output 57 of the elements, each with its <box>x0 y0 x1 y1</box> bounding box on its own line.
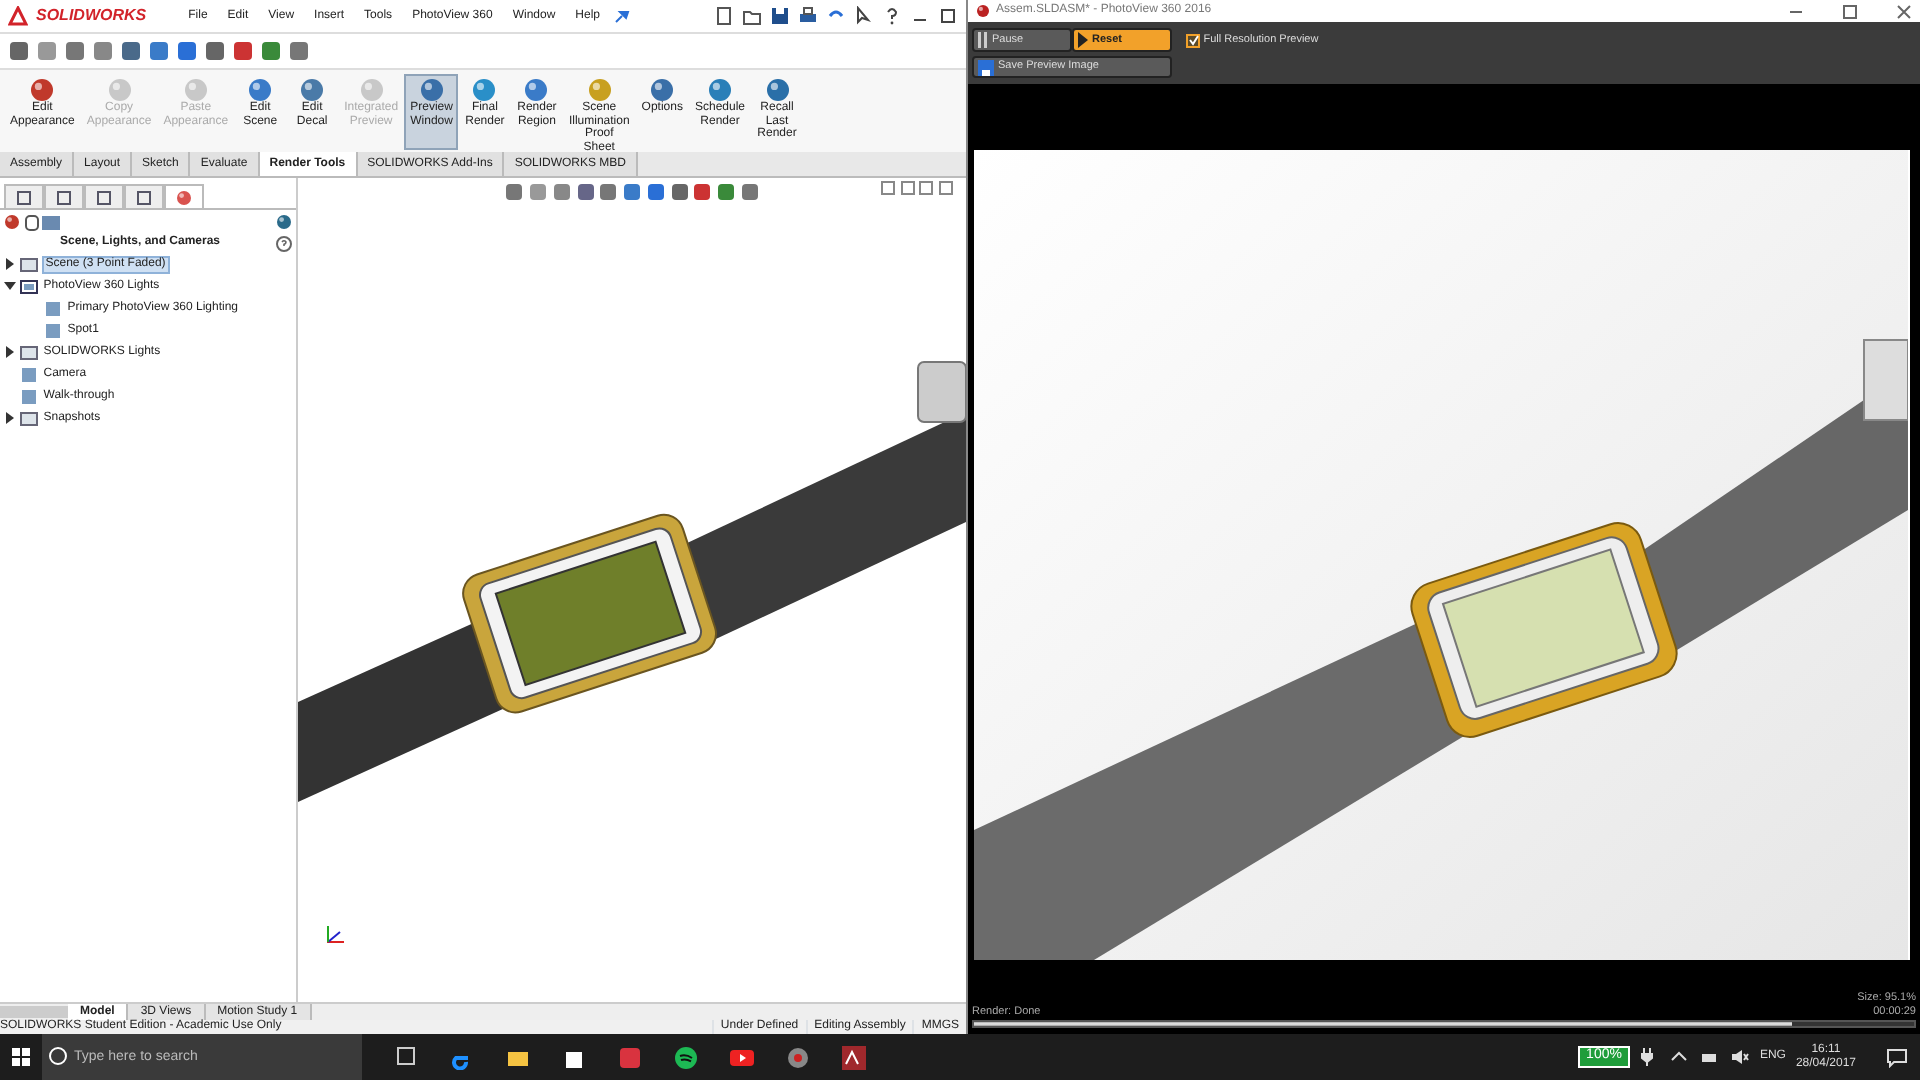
folder-icon <box>19 410 38 429</box>
sphere-icon <box>183 78 208 102</box>
sphere-icon[interactable] <box>3 214 20 231</box>
close-icon[interactable] <box>1896 3 1912 19</box>
sphere-icon <box>650 78 675 102</box>
collapse-arrow-icon[interactable] <box>3 280 16 293</box>
checkmark-icon <box>1187 34 1199 46</box>
pause-icon <box>978 32 988 48</box>
logo-mark-icon <box>8 6 28 26</box>
sphere-icon <box>708 78 732 102</box>
sphere-icon <box>248 78 273 102</box>
panel-tab[interactable] <box>164 184 204 208</box>
new-document-icon[interactable] <box>714 6 734 26</box>
panel-tab[interactable] <box>84 184 124 208</box>
expand-arrow-icon[interactable] <box>3 346 16 359</box>
play-icon <box>1078 32 1088 48</box>
chevron-up-icon[interactable] <box>1669 1048 1690 1066</box>
sphere-icon <box>300 78 325 102</box>
pin-icon[interactable] <box>614 8 631 24</box>
app-tile-icon[interactable] <box>618 1045 642 1069</box>
search-settings-icon[interactable] <box>276 214 293 231</box>
sphere-icon <box>524 78 549 102</box>
search-icon <box>48 1046 68 1066</box>
folder-icon <box>19 344 38 363</box>
print-icon[interactable] <box>798 6 818 26</box>
audio-wave-icon[interactable] <box>674 1045 698 1069</box>
maximize-icon[interactable] <box>938 6 958 26</box>
play-button-icon[interactable] <box>730 1045 754 1069</box>
light-icon <box>19 388 38 407</box>
speaker-muted-icon[interactable] <box>1729 1048 1750 1066</box>
panel-tab[interactable] <box>124 184 164 208</box>
sphere-icon <box>107 78 132 102</box>
sphere-icon <box>359 78 384 102</box>
help-icon[interactable] <box>882 6 902 26</box>
light-icon <box>19 366 38 385</box>
panel-tab[interactable] <box>4 184 44 208</box>
open-folder-icon[interactable] <box>742 6 762 26</box>
sphere-icon <box>472 78 497 102</box>
app-icon[interactable] <box>842 1045 866 1069</box>
app-logo: SOLIDWORKS <box>36 6 147 26</box>
sphere-icon <box>419 78 444 102</box>
light-icon <box>43 300 62 319</box>
help-icon[interactable] <box>276 235 293 251</box>
cursor-icon[interactable] <box>854 6 874 26</box>
expand-arrow-icon[interactable] <box>3 258 16 271</box>
windows-logo-icon[interactable] <box>12 1048 30 1066</box>
maximize-icon[interactable] <box>1842 3 1858 19</box>
sphere-icon <box>30 78 55 102</box>
panel-tab[interactable] <box>44 184 84 208</box>
save-icon[interactable] <box>770 6 790 26</box>
sphere-icon <box>587 78 612 102</box>
sphere-icon <box>765 78 790 102</box>
notification-icon[interactable] <box>1886 1047 1908 1067</box>
expand-arrow-icon[interactable] <box>3 412 16 425</box>
checkbox[interactable] <box>1186 33 1200 47</box>
task-view-icon[interactable] <box>394 1045 418 1069</box>
light-icon <box>43 322 62 341</box>
